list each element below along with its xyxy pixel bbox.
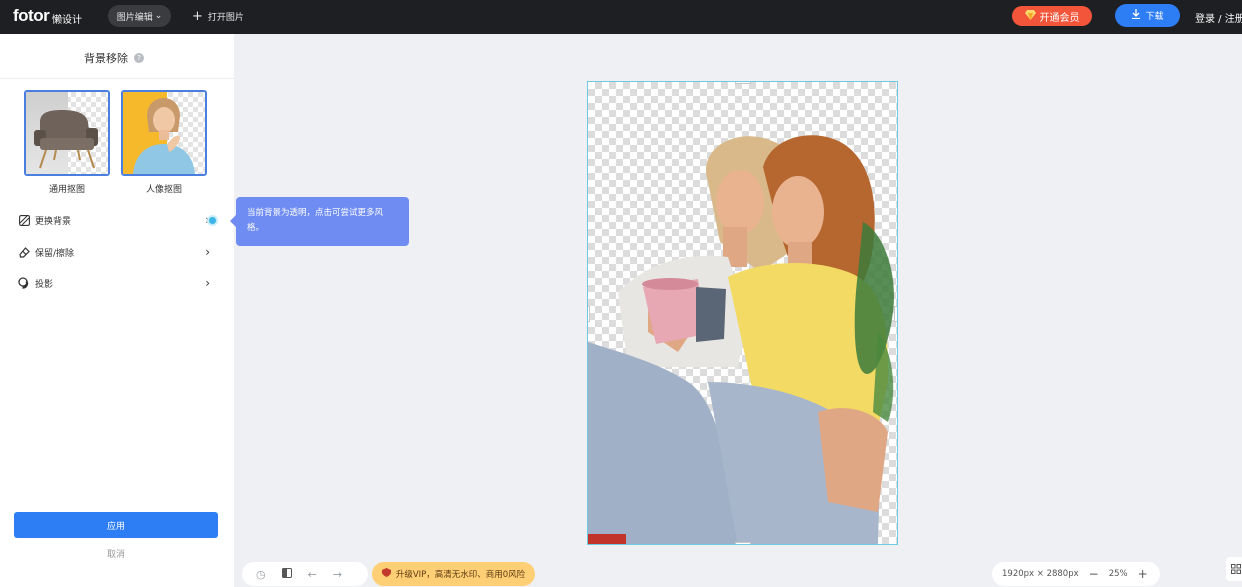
- help-icon[interactable]: ?: [134, 53, 144, 63]
- sidebar: 背景移除 ? 通用抠图 人像抠图 更换背景 › 保留/擦除 › 投影 › 应用 …: [0, 34, 234, 587]
- option-keep-erase[interactable]: 保留/擦除 ›: [18, 243, 210, 261]
- portrait-cutout-label: 人像抠图: [145, 185, 182, 195]
- image-dimensions: 1920px × 2880px: [1002, 569, 1079, 579]
- general-cutout-preset[interactable]: [24, 90, 110, 176]
- zoom-in-icon[interactable]: +: [1138, 567, 1148, 581]
- upgrade-vip-text: 升级VIP，高清无水印、商用0风险: [395, 570, 526, 580]
- open-image-button[interactable]: + 打开图片: [192, 8, 244, 24]
- fotor-logo[interactable]: fotor: [13, 6, 50, 26]
- chevron-right-icon: ›: [205, 245, 210, 259]
- top-bar: fotor 懒设计 图片编辑 ⌄ + 打开图片 开通会员 下载 登录 / 注册: [0, 0, 1242, 34]
- general-cutout-label: 通用抠图: [48, 185, 85, 195]
- portrait-cutout-preset[interactable]: [121, 90, 207, 176]
- login-register-link[interactable]: 登录 / 注册: [1195, 10, 1242, 25]
- armchair-image: [34, 110, 98, 169]
- resize-handle-bottom[interactable]: [735, 542, 751, 544]
- open-image-label: 打开图片: [207, 12, 244, 23]
- cancel-link[interactable]: 取消: [0, 547, 232, 560]
- compare-icon[interactable]: [281, 567, 292, 581]
- resize-handle-top[interactable]: [735, 82, 751, 84]
- option-shadow[interactable]: 投影 ›: [18, 274, 210, 292]
- download-label: 下载: [1145, 12, 1164, 22]
- download-button[interactable]: 下载: [1115, 4, 1180, 27]
- woman-portrait-image: [133, 98, 195, 174]
- zoom-level[interactable]: 25%: [1109, 569, 1128, 579]
- undo-icon[interactable]: ←: [308, 568, 317, 581]
- resize-handle-right[interactable]: [894, 306, 897, 322]
- diamond-icon: [1024, 9, 1036, 23]
- plus-icon: +: [192, 8, 203, 24]
- option-replace-background[interactable]: 更换背景 ›: [18, 211, 210, 229]
- grid-icon[interactable]: [1226, 557, 1242, 581]
- chevron-down-icon: ⌄: [154, 11, 163, 21]
- redo-icon[interactable]: →: [333, 568, 342, 581]
- download-icon: [1131, 9, 1141, 22]
- history-toolbar: ◷ ← →: [242, 562, 368, 586]
- option-label: 保留/擦除: [35, 248, 75, 259]
- zoom-out-icon[interactable]: −: [1089, 567, 1099, 581]
- logo-suffix: 懒设计: [52, 15, 82, 26]
- image-edit-menu-label: 图片编辑: [116, 12, 153, 23]
- resize-handle-left[interactable]: [588, 306, 590, 322]
- apply-button[interactable]: 应用: [14, 512, 218, 538]
- divider: [0, 78, 234, 79]
- replace-background-icon: [18, 214, 30, 226]
- history-icon[interactable]: ◷: [256, 568, 266, 581]
- option-label: 更换背景: [35, 216, 72, 227]
- panel-title-text: 背景移除: [84, 52, 128, 65]
- transparent-background-tooltip: 当前背景为透明，点击可尝试更多风格。: [230, 197, 409, 246]
- subject-photo: [588, 135, 894, 544]
- image-edit-menu[interactable]: 图片编辑 ⌄: [108, 5, 171, 27]
- panel-title: 背景移除 ?: [84, 50, 144, 66]
- zoom-bar: 1920px × 2880px − 25% +: [992, 562, 1160, 586]
- eraser-icon: [18, 246, 30, 258]
- upgrade-vip-banner[interactable]: 升级VIP，高清无水印、商用0风险: [372, 562, 535, 586]
- vip-button-label: 开通会员: [1039, 12, 1080, 24]
- vip-membership-button[interactable]: 开通会员: [1012, 6, 1092, 26]
- image-canvas[interactable]: [587, 81, 898, 545]
- chevron-right-icon: ›: [205, 276, 210, 290]
- notification-dot: [209, 217, 216, 224]
- option-label: 投影: [35, 279, 54, 290]
- vip-shield-icon: [381, 568, 391, 580]
- shadow-icon: [18, 277, 30, 289]
